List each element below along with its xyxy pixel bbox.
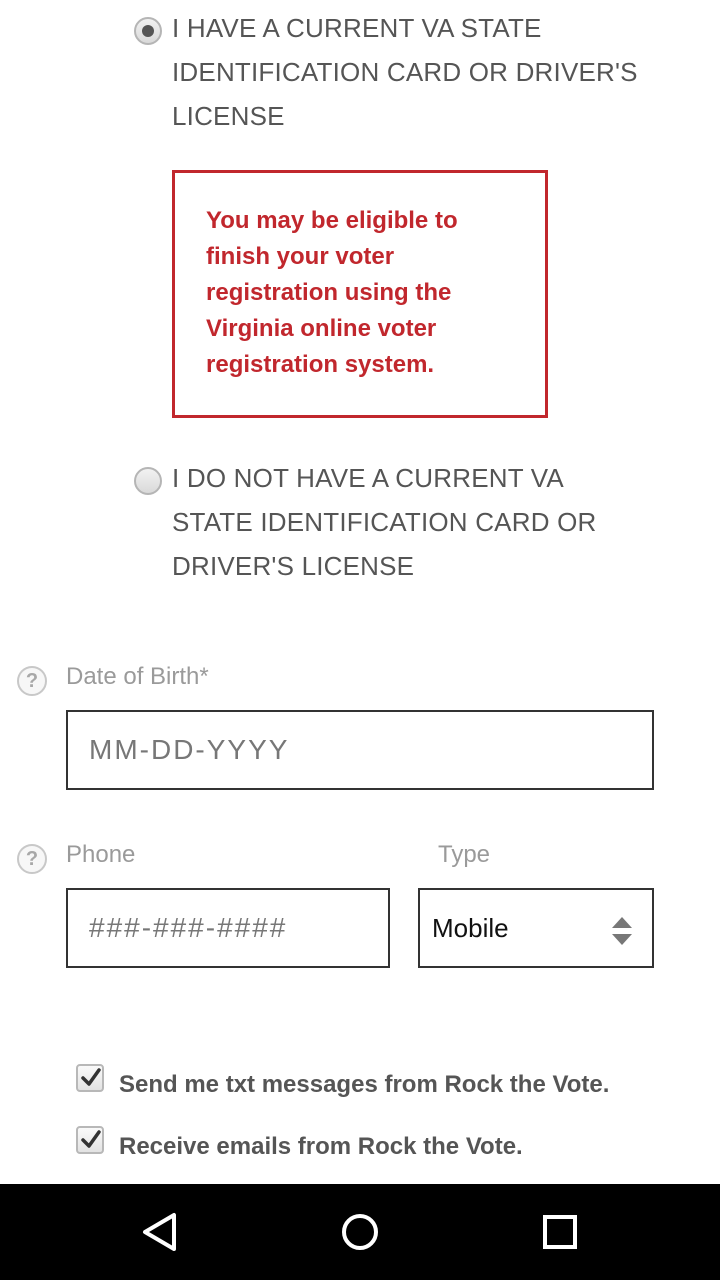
phone-type-select[interactable]: Mobile (418, 888, 654, 968)
back-triangle-icon[interactable] (134, 1206, 186, 1258)
txt-messages-label[interactable]: Send me txt messages from Rock the Vote. (119, 1071, 609, 1099)
radio-has-id[interactable] (134, 17, 162, 45)
alert-message: You may be eligible to finish your voter… (206, 207, 458, 378)
txt-messages-checkbox[interactable] (76, 1064, 104, 1092)
dob-label: Date of Birth* (66, 663, 209, 690)
radio-no-id-label[interactable]: I DO NOT HAVE A CURRENT VA STATE IDENTIF… (172, 456, 642, 588)
checkmark-icon (81, 1130, 101, 1148)
phone-input[interactable] (66, 888, 390, 968)
emails-label[interactable]: Receive emails from Rock the Vote. (119, 1133, 523, 1161)
checkmark-icon (81, 1068, 101, 1086)
phone-type-label: Type (438, 841, 491, 868)
home-circle-icon[interactable] (334, 1206, 386, 1258)
system-navigation-bar (0, 1184, 720, 1280)
recents-square-icon[interactable] (534, 1206, 586, 1258)
dob-input[interactable] (66, 710, 654, 790)
online-registration-alert: You may be eligible to finish your voter… (172, 170, 548, 418)
phone-type-value: Mobile (432, 913, 509, 943)
select-arrows-icon (612, 917, 632, 945)
emails-checkbox[interactable] (76, 1126, 104, 1154)
radio-no-id[interactable] (134, 467, 162, 495)
phone-help-question-icon[interactable]: ? (17, 844, 47, 874)
dob-help-question-icon[interactable]: ? (17, 666, 47, 696)
radio-has-id-label[interactable]: I HAVE A CURRENT VA STATE IDENTIFICATION… (172, 6, 642, 138)
phone-label: Phone (66, 841, 136, 868)
